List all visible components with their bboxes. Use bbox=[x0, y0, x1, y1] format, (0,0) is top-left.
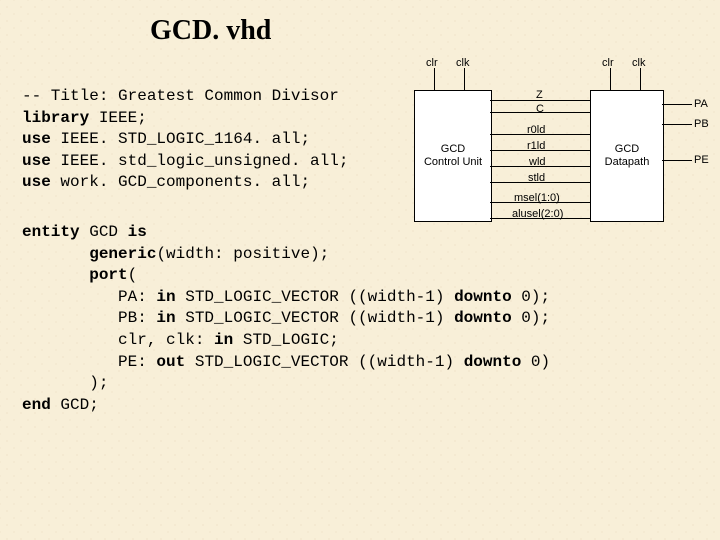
code-text: PB: bbox=[22, 309, 156, 327]
keyword: library bbox=[22, 109, 89, 127]
keyword: in bbox=[214, 331, 233, 349]
control-unit-box: GCD Control Unit bbox=[414, 90, 492, 222]
signal-label: clk bbox=[456, 56, 469, 71]
signal-label: clr bbox=[602, 56, 614, 71]
signal-label: PA bbox=[694, 97, 708, 112]
code-line: -- Title: Greatest Common Divisor bbox=[22, 87, 339, 105]
keyword: downto bbox=[454, 288, 512, 306]
code-block-header: -- Title: Greatest Common Divisor librar… bbox=[22, 86, 348, 194]
datapath-box: GCD Datapath bbox=[590, 90, 664, 222]
keyword: generic bbox=[89, 245, 156, 263]
keyword: use bbox=[22, 173, 51, 191]
keyword: in bbox=[156, 288, 175, 306]
signal-label: Z bbox=[536, 88, 543, 103]
code-text: STD_LOGIC_VECTOR ((width-1) bbox=[185, 353, 463, 371]
code-text: PE: bbox=[22, 353, 156, 371]
code-text: 0); bbox=[512, 288, 550, 306]
signal-label: C bbox=[536, 102, 544, 117]
code-text: STD_LOGIC; bbox=[233, 331, 339, 349]
code-text bbox=[22, 266, 89, 284]
code-text: ); bbox=[22, 374, 108, 392]
keyword: is bbox=[128, 223, 147, 241]
signal-label: wld bbox=[529, 155, 546, 170]
signal-label: clk bbox=[632, 56, 645, 71]
keyword: use bbox=[22, 130, 51, 148]
signal-label: PB bbox=[694, 117, 709, 132]
keyword: use bbox=[22, 152, 51, 170]
keyword: port bbox=[89, 266, 127, 284]
code-block-entity: entity GCD is generic(width: positive); … bbox=[22, 222, 550, 416]
code-text: 0) bbox=[521, 353, 550, 371]
keyword: downto bbox=[454, 309, 512, 327]
code-text: IEEE. std_logic_unsigned. all; bbox=[51, 152, 349, 170]
code-text: 0); bbox=[512, 309, 550, 327]
signal-label: alusel(2:0) bbox=[512, 207, 563, 222]
keyword: downto bbox=[464, 353, 522, 371]
code-text bbox=[22, 245, 89, 263]
signal-label: stld bbox=[528, 171, 545, 186]
box-label: Datapath bbox=[591, 156, 663, 169]
code-text: GCD; bbox=[51, 396, 99, 414]
box-label: Control Unit bbox=[415, 156, 491, 169]
signal-label: PE bbox=[694, 153, 709, 168]
keyword: entity bbox=[22, 223, 80, 241]
signal-label: r0ld bbox=[527, 123, 545, 138]
box-label: GCD bbox=[591, 143, 663, 156]
code-text: PA: bbox=[22, 288, 156, 306]
code-text: IEEE. STD_LOGIC_1164. all; bbox=[51, 130, 310, 148]
signal-label: clr bbox=[426, 56, 438, 71]
code-text: (width: positive); bbox=[156, 245, 329, 263]
code-text: IEEE; bbox=[89, 109, 147, 127]
code-text: ( bbox=[128, 266, 138, 284]
code-text: clr, clk: bbox=[22, 331, 214, 349]
code-text: GCD bbox=[80, 223, 128, 241]
keyword: end bbox=[22, 396, 51, 414]
code-text: work. GCD_components. all; bbox=[51, 173, 310, 191]
code-text: STD_LOGIC_VECTOR ((width-1) bbox=[176, 309, 454, 327]
page-title: GCD. vhd bbox=[150, 12, 271, 50]
signal-label: r1ld bbox=[527, 139, 545, 154]
keyword: in bbox=[156, 309, 175, 327]
box-label: GCD bbox=[415, 143, 491, 156]
signal-label: msel(1:0) bbox=[514, 191, 560, 206]
block-diagram: GCD Control Unit GCD Datapath clr clk cl… bbox=[394, 60, 712, 250]
keyword: out bbox=[156, 353, 185, 371]
code-text: STD_LOGIC_VECTOR ((width-1) bbox=[176, 288, 454, 306]
